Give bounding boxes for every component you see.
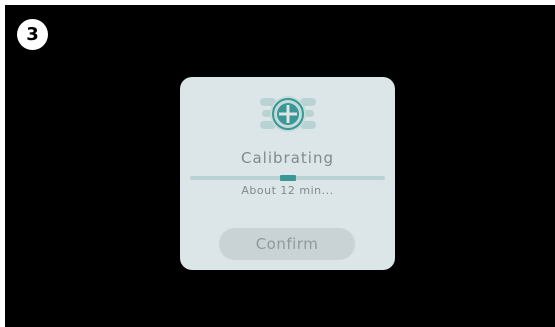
step-number-badge: 3 xyxy=(17,19,48,50)
dialog-title: Calibrating xyxy=(241,149,334,167)
calibration-dialog: Calibrating About 12 min... Confirm xyxy=(180,77,395,270)
time-remaining-text: About 12 min... xyxy=(241,184,334,197)
device-screen: 3 Calibrating About 12 min... Confirm xyxy=(5,5,555,327)
calibration-crosshair-icon xyxy=(260,96,316,132)
confirm-button[interactable]: Confirm xyxy=(219,228,355,260)
progress-indicator xyxy=(280,175,296,181)
calibration-progress-bar xyxy=(190,175,385,181)
